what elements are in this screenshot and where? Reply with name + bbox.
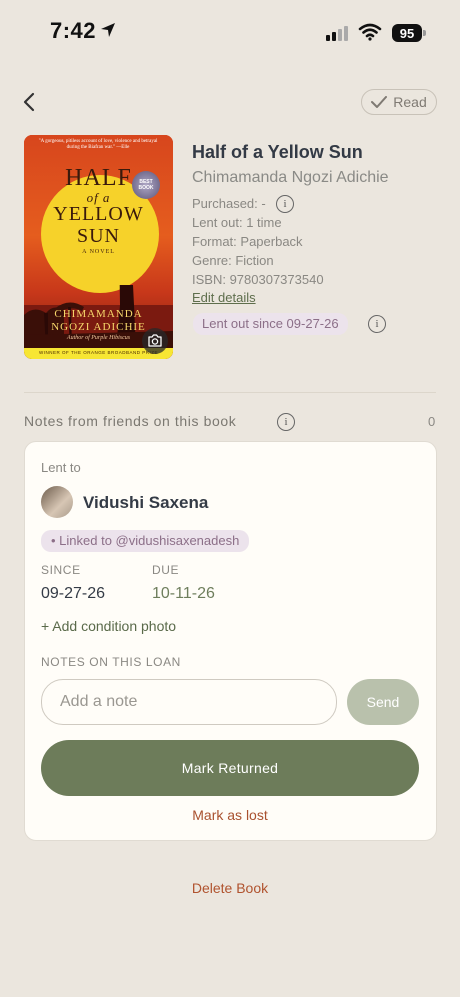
book-format: Format: Paperback (192, 234, 303, 249)
back-chevron-icon[interactable] (20, 92, 40, 112)
send-note-button[interactable]: Send (347, 679, 419, 725)
bullet-icon: • (51, 533, 60, 548)
since-date: 09-27-26 (41, 585, 106, 602)
delete-book-button[interactable]: Delete Book (0, 880, 460, 896)
change-cover-button[interactable] (142, 328, 168, 354)
mark-lost-button[interactable]: Mark as lost (0, 807, 460, 823)
due-label: DUE (152, 563, 180, 577)
cover-quote: "A gorgeous, pitiless account of love, v… (38, 139, 158, 150)
due-date[interactable]: 10-11-26 (152, 585, 215, 603)
add-condition-photo-button[interactable]: + Add condition photo (41, 618, 176, 634)
camera-icon (148, 334, 162, 347)
book-author: Chimamanda Ngozi Adichie (192, 169, 389, 186)
avatar (41, 486, 73, 518)
cover-novel-label: A NOVEL (82, 249, 115, 255)
purchased-text: Purchased: - (192, 196, 266, 211)
cellular-signal-icon (326, 26, 348, 41)
read-status-label: Read (393, 94, 427, 110)
book-genre: Genre: Fiction (192, 253, 274, 268)
loan-notes-label: NOTES ON THIS LOAN (41, 655, 181, 669)
cover-badge: BEST BOOK (132, 171, 160, 199)
book-isbn: ISBN: 9780307373540 (192, 272, 324, 287)
cover-author-1: CHIMAMANDA (54, 308, 143, 320)
cover-title-3: YELLOW (53, 203, 144, 225)
purchased-row: Purchased: - (192, 196, 266, 211)
section-divider (24, 392, 436, 393)
friends-notes-title: Notes from friends on this book (24, 413, 237, 429)
book-cover[interactable]: "A gorgeous, pitiless account of love, v… (24, 135, 173, 359)
linked-account-badge: • Linked to @vidushisaxenadesh (41, 530, 250, 552)
linked-account-text: Linked to @vidushisaxenadesh (59, 533, 240, 548)
since-label: SINCE (41, 563, 81, 577)
battery-indicator: 95 (392, 24, 422, 42)
lent-to-label: Lent to (41, 460, 81, 475)
read-status-button[interactable]: Read (361, 89, 437, 115)
status-time: 7:42 (50, 18, 97, 43)
lent-status-info-icon[interactable]: i (368, 315, 386, 333)
loan-note-input[interactable] (41, 679, 337, 725)
purchased-info-icon[interactable]: i (276, 195, 294, 213)
mark-returned-button[interactable]: Mark Returned (41, 740, 419, 796)
book-title: Half of a Yellow Sun (192, 142, 363, 162)
checkmark-icon (371, 96, 388, 108)
friends-notes-heading: Notes from friends on this book (24, 413, 236, 429)
battery-tip (423, 30, 426, 36)
edit-details-link[interactable]: Edit details (192, 290, 256, 305)
friends-notes-info-icon[interactable]: i (277, 413, 295, 431)
friends-notes-count: 0 (428, 414, 436, 429)
location-arrow-icon (101, 23, 115, 37)
friend-name[interactable]: Vidushi Saxena (83, 493, 208, 513)
lent-count: Lent out: 1 time (192, 215, 282, 230)
wifi-icon (358, 23, 382, 41)
cover-title-4: SUN (76, 225, 120, 247)
lent-status-badge: Lent out since 09-27-26 (193, 313, 348, 335)
